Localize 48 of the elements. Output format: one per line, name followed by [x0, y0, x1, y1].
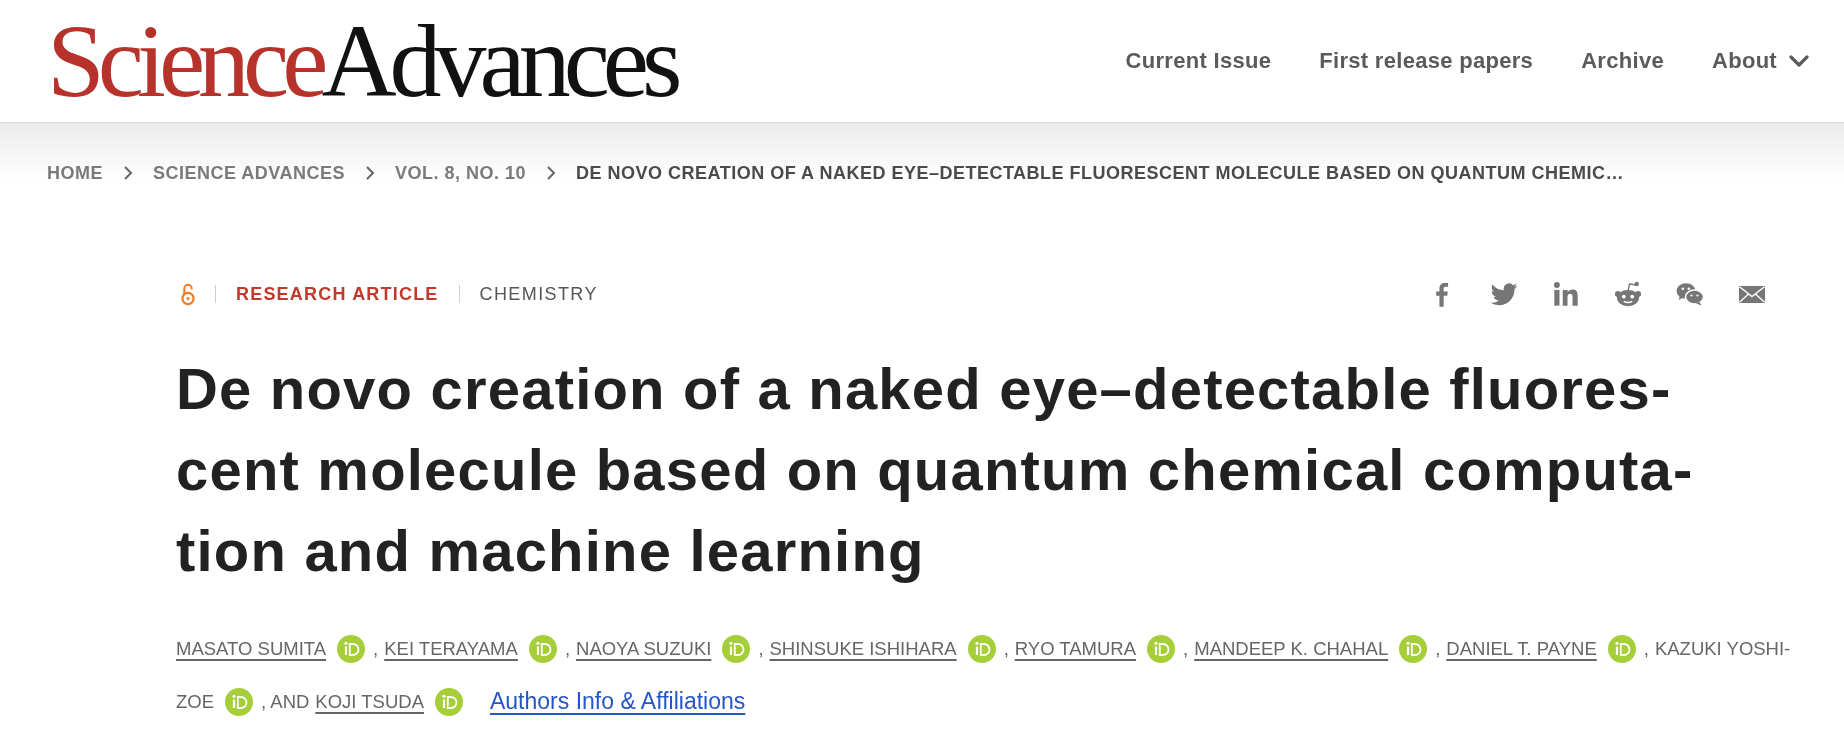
orcid-icon[interactable] — [337, 634, 366, 663]
breadcrumb-link[interactable]: VOL. 8, NO. 10 — [395, 161, 527, 185]
article-type: RESEARCH ARTICLE — [236, 283, 439, 305]
separator-text: , — [1643, 637, 1649, 660]
reddit-icon[interactable] — [1614, 280, 1642, 308]
orcid-icon[interactable] — [1607, 634, 1636, 663]
orcid-icon[interactable] — [722, 634, 751, 663]
chevron-icon — [546, 165, 557, 181]
caret-icon — [1789, 54, 1809, 68]
breadcrumb-link[interactable]: SCIENCE ADVANCES — [153, 161, 346, 185]
authors-info-link[interactable]: Authors Info & Affiliations — [490, 688, 746, 715]
orcid-icon[interactable] — [1147, 634, 1176, 663]
breadcrumb-link[interactable]: DE NOVO CREATION OF A NAKED EYE–DETECTABLE FLUORESCENT MOLECULE BASED ON QUANTUM CHEMIC… — [576, 161, 1625, 185]
nav-link[interactable]: First release papers — [1319, 48, 1534, 74]
separator-text: , — [564, 637, 570, 660]
orcid-icon[interactable] — [435, 687, 463, 716]
author-link[interactable]: KOJI TSUDA — [315, 690, 424, 713]
author-link[interactable]: MASATO SUMITA — [176, 637, 327, 660]
nav-link[interactable]: Archive — [1581, 48, 1664, 74]
orcid-icon[interactable] — [225, 687, 254, 716]
nav-menu[interactable]: About — [1711, 48, 1809, 74]
chevron-icon — [123, 165, 133, 181]
separator-text: , — [373, 637, 379, 660]
author-name: ZOE — [176, 690, 215, 713]
author-link[interactable]: KEI TERAYAMA — [384, 637, 518, 660]
nav-link[interactable]: Current Issue — [1125, 48, 1272, 74]
separator-text: , — [1003, 637, 1009, 660]
author-link[interactable]: NAOYA SUZUKI — [576, 637, 712, 660]
subject-label: CHEMISTRY — [479, 283, 598, 305]
chat-bubbles-icon[interactable] — [1676, 280, 1704, 308]
orcid-icon[interactable] — [528, 634, 557, 663]
breadcrumb-link[interactable]: HOME — [47, 161, 103, 185]
separator-text: , — [758, 637, 764, 660]
author-link[interactable]: MANDEEP K. CHAHAL — [1194, 637, 1389, 660]
author-link[interactable]: SHINSUKE ISHIHARA — [769, 637, 957, 660]
author-link[interactable]: DANIEL T. PAYNE — [1446, 637, 1597, 660]
author-link[interactable]: RYO TAMURA — [1014, 637, 1137, 660]
site-logo[interactable]: ScienceAdvances — [47, 9, 683, 113]
separator-text: , — [1435, 637, 1441, 660]
separator-text: , — [1183, 637, 1189, 660]
separator-text: , AND — [261, 690, 310, 713]
article-title: De novo creation of a naked eye–detectable fluores- cent molecule based on quantum chemical computa- tion and machine learning — [176, 355, 1695, 585]
bird-icon[interactable] — [1490, 280, 1518, 308]
chevron-icon — [365, 165, 376, 181]
orcid-icon[interactable] — [1399, 634, 1428, 663]
author-name: KAZUKI YOSHI- — [1654, 637, 1791, 660]
linkedin-icon[interactable] — [1552, 280, 1580, 308]
orcid-icon[interactable] — [967, 634, 996, 663]
